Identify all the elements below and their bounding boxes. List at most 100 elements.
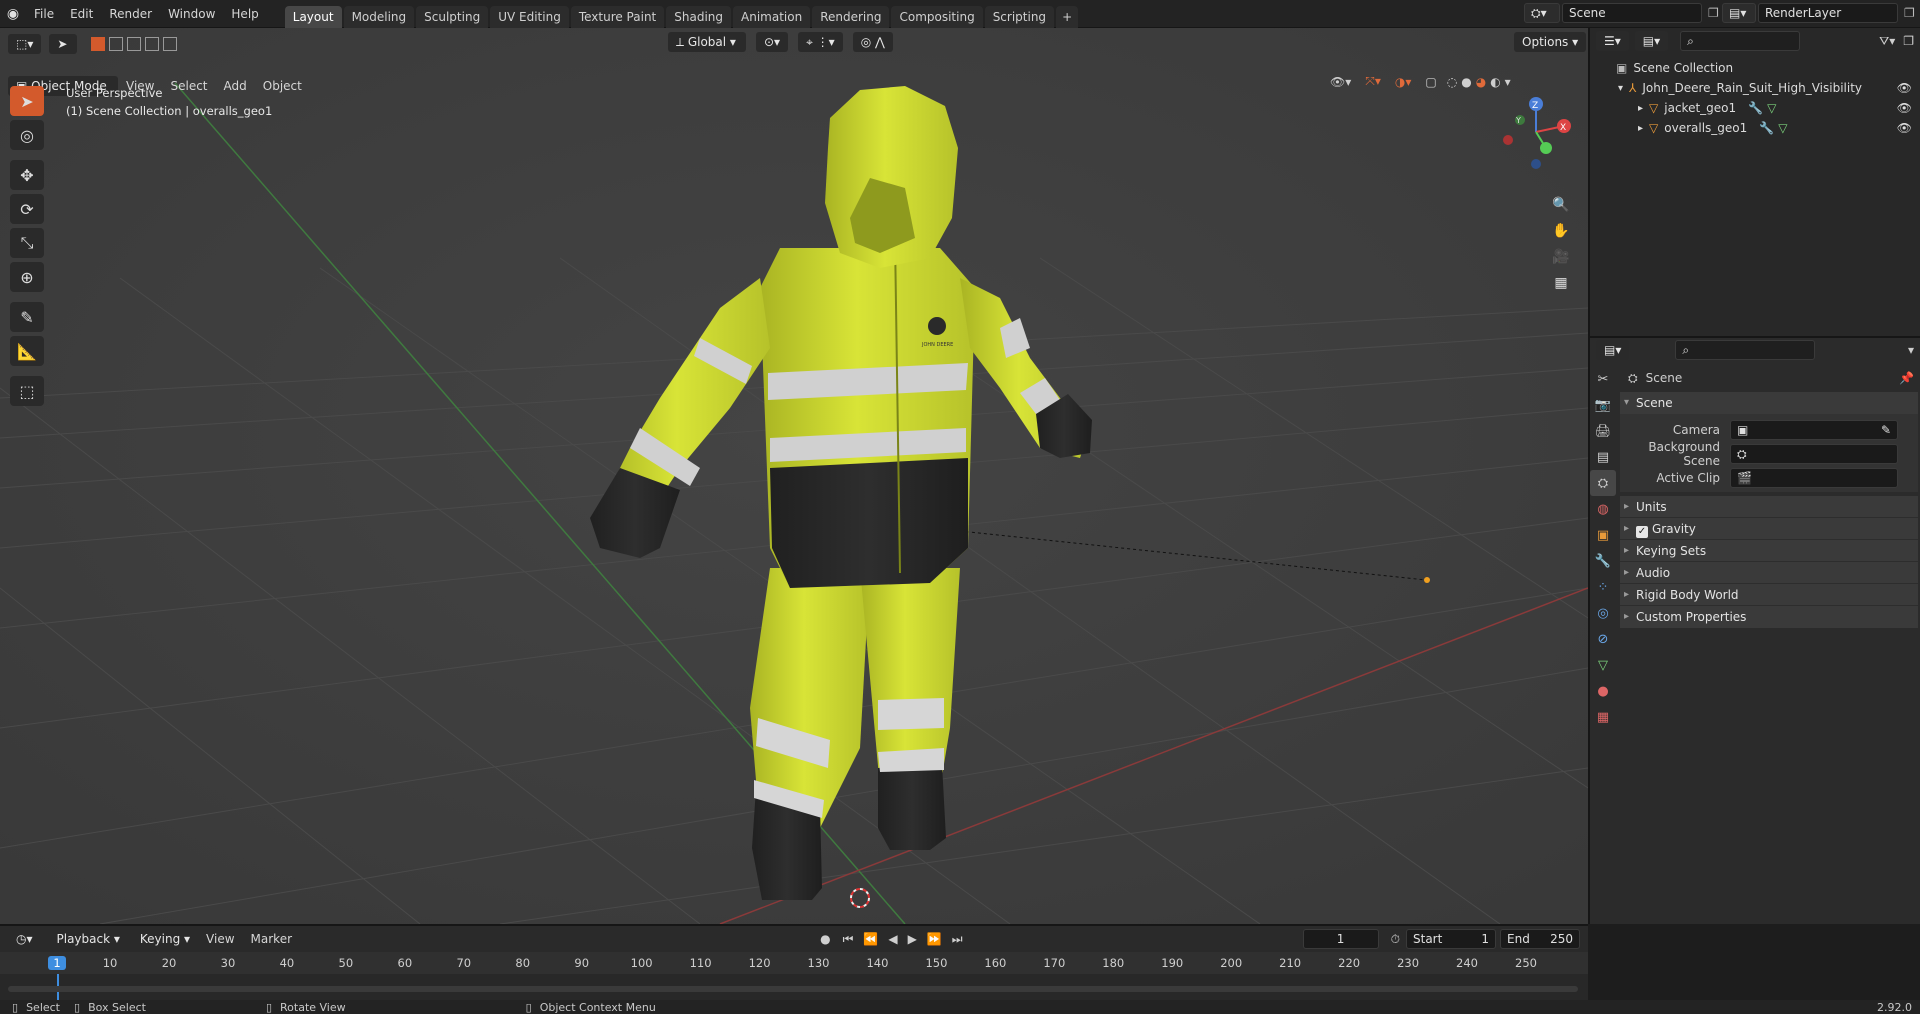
proportional-edit-icon[interactable]: ◎ ⋀	[852, 32, 893, 52]
audio-panel-header[interactable]: Audio	[1620, 562, 1918, 584]
outliner-row-jacket[interactable]: ▸ ▽ jacket_geo1 🔧 ▽ 👁	[1590, 98, 1920, 118]
units-panel-header[interactable]: Units	[1620, 496, 1918, 518]
scene-browse-icon[interactable]: ⛭▾	[1524, 3, 1560, 23]
blender-logo-icon[interactable]: ◉	[0, 0, 26, 28]
new-collection-icon[interactable]: ❐	[1903, 34, 1914, 48]
playback-dropdown[interactable]: Playback ▾	[48, 929, 128, 949]
tab-animation[interactable]: Animation	[733, 5, 811, 28]
pivot-icon[interactable]: ⊙▾	[756, 32, 789, 52]
custom-properties-panel-header[interactable]: Custom Properties	[1620, 606, 1918, 628]
mesh-data-icon[interactable]: ▽	[1767, 101, 1776, 115]
keying-dropdown[interactable]: Keying ▾	[131, 929, 199, 949]
outliner-editor-icon[interactable]: ☰▾	[1596, 31, 1629, 51]
outliner-search-input[interactable]: ⌕	[1680, 31, 1801, 51]
pin-icon[interactable]: 📌	[1899, 371, 1914, 385]
modifier-tab-icon[interactable]: 🔧	[1590, 548, 1616, 574]
timeline-menu-marker[interactable]: Marker	[243, 925, 300, 953]
modifier-wrench-icon[interactable]: 🔧	[1759, 121, 1774, 135]
play-icon[interactable]: ▶	[908, 932, 917, 946]
expand-arrow-icon[interactable]: ▾	[1618, 83, 1623, 94]
next-keyframe-icon[interactable]: ⏩	[927, 932, 942, 946]
solid-shading-icon[interactable]: ●	[1461, 75, 1471, 89]
tab-texture-paint[interactable]: Texture Paint	[570, 5, 665, 28]
gizmo-toggle-icon[interactable]: ⤧▾	[1365, 74, 1381, 89]
visibility-eye-icon[interactable]: 👁	[1897, 81, 1912, 95]
eyedropper-icon[interactable]: ✎	[1881, 421, 1891, 439]
wireframe-shading-icon[interactable]: ◌	[1447, 75, 1457, 89]
camera-field[interactable]: ▣ ✎	[1730, 420, 1898, 440]
world-tab-icon[interactable]: ◍	[1590, 496, 1616, 522]
xray-icon[interactable]: ▢	[1425, 75, 1436, 89]
rotate-tool-icon[interactable]: ⟳	[10, 194, 44, 224]
tab-shading[interactable]: Shading	[666, 5, 731, 28]
move-tool-icon[interactable]: ✥	[10, 160, 44, 190]
add-workspace-button[interactable]: +	[1056, 5, 1079, 28]
visibility-eye-icon[interactable]: 👁	[1897, 101, 1912, 115]
output-tab-icon[interactable]: 🖨	[1590, 418, 1616, 444]
physics-tab-icon[interactable]: ◎	[1590, 600, 1616, 626]
start-frame-field[interactable]: Start 1	[1406, 929, 1496, 949]
scene-tab-icon[interactable]: ⛭	[1590, 470, 1616, 496]
prev-keyframe-icon[interactable]: ⏪	[863, 932, 878, 946]
shading-options-icon[interactable]: ▾	[1505, 75, 1511, 89]
mesh-data-icon[interactable]: ▽	[1778, 121, 1787, 135]
menu-window[interactable]: Window	[160, 0, 223, 28]
object-data-tab-icon[interactable]: ▽	[1590, 652, 1616, 678]
tab-compositing[interactable]: Compositing	[891, 5, 983, 28]
expand-arrow-icon[interactable]: ▸	[1638, 103, 1643, 114]
menu-help[interactable]: Help	[223, 0, 266, 28]
scene-name-field[interactable]: Scene	[1562, 3, 1702, 23]
keying-sets-panel-header[interactable]: Keying Sets	[1620, 540, 1918, 562]
material-shading-icon[interactable]: ◕	[1476, 75, 1486, 89]
light-origin-dot[interactable]	[1424, 577, 1430, 583]
tool-settings-tab-icon[interactable]: ✂	[1590, 366, 1616, 392]
scene-panel-header[interactable]: Scene	[1620, 392, 1918, 414]
overlay-toggle-icon[interactable]: ◑▾	[1395, 75, 1412, 89]
outliner-row-rain-suit[interactable]: ▾ ⅄ John_Deere_Rain_Suit_High_Visibility…	[1590, 78, 1920, 98]
jump-start-icon[interactable]: ⏮	[843, 932, 854, 947]
object-tab-icon[interactable]: ▣	[1590, 522, 1616, 548]
material-tab-icon[interactable]: ●	[1590, 678, 1616, 704]
measure-tool-icon[interactable]: 📐	[10, 336, 44, 366]
background-scene-field[interactable]: ⛭	[1730, 444, 1898, 464]
gravity-panel-header[interactable]: ✓ Gravity	[1620, 518, 1918, 540]
new-view-layer-icon[interactable]: ❐	[1904, 6, 1915, 20]
expand-arrow-icon[interactable]: ▸	[1638, 123, 1643, 134]
timeline-scrollbar[interactable]	[8, 986, 1578, 992]
active-clip-field[interactable]: 🎬	[1730, 468, 1898, 488]
camera-view-icon[interactable]: 🎥	[1548, 244, 1574, 270]
timeline-editor-icon[interactable]: ◷▾	[8, 929, 41, 949]
preview-range-icon[interactable]: ⏱	[1391, 932, 1400, 947]
tab-layout[interactable]: Layout	[284, 5, 342, 28]
cursor-tool-icon[interactable]: ◎	[10, 120, 44, 150]
scale-tool-icon[interactable]: ⤡	[10, 228, 44, 258]
play-reverse-icon[interactable]: ◀	[888, 932, 897, 946]
visibility-eye-icon[interactable]: 👁	[1897, 121, 1912, 135]
constraints-tab-icon[interactable]: ⊘	[1590, 626, 1616, 652]
jump-end-icon[interactable]: ⏭	[952, 932, 963, 947]
orientation-dropdown[interactable]: ⟂ Global ▾	[668, 32, 746, 52]
tab-sculpting[interactable]: Sculpting	[416, 5, 489, 28]
view-layer-name-field[interactable]: RenderLayer	[1758, 3, 1898, 23]
menu-render[interactable]: Render	[101, 0, 160, 28]
display-mode-icon[interactable]: ▤▾	[1634, 31, 1669, 51]
outliner-row-overalls[interactable]: ▸ ▽ overalls_geo1 🔧 ▽ 👁	[1590, 118, 1920, 138]
particles-tab-icon[interactable]: ⁘	[1590, 574, 1616, 600]
timeline-ruler[interactable]: 1 10 20 30 40 50 60 70 80 90 100 110 120 130 140 150 160…	[0, 952, 1588, 974]
modifier-wrench-icon[interactable]: 🔧	[1748, 101, 1763, 115]
select-box-tool-icon[interactable]: ➤	[10, 86, 44, 116]
properties-search-input[interactable]: ⌕	[1675, 340, 1816, 360]
menu-file[interactable]: File	[26, 0, 62, 28]
add-cube-tool-icon[interactable]: ⬚	[10, 376, 44, 406]
current-frame-indicator[interactable]: 1	[48, 956, 66, 970]
timeline-menu-view[interactable]: View	[198, 925, 242, 953]
texture-tab-icon[interactable]: ▦	[1590, 704, 1616, 730]
rendered-shading-icon[interactable]: ◐	[1490, 75, 1500, 89]
perspective-toggle-icon[interactable]: ▦	[1548, 270, 1574, 296]
render-tab-icon[interactable]: 📷	[1590, 392, 1616, 418]
outliner-row-scene-collection[interactable]: ▣ Scene Collection	[1590, 58, 1920, 78]
navigation-gizmo[interactable]: Z X Y	[1494, 92, 1578, 172]
rigid-body-world-panel-header[interactable]: Rigid Body World	[1620, 584, 1918, 606]
tab-uv-editing[interactable]: UV Editing	[490, 5, 569, 28]
3d-viewport[interactable]: JOHN DEERE ⬚ ▾ ➤ ⟂ Global ▾ ⊙▾ ⌖ ⋮▾ ◎ ⋀ O…	[0, 28, 1588, 924]
